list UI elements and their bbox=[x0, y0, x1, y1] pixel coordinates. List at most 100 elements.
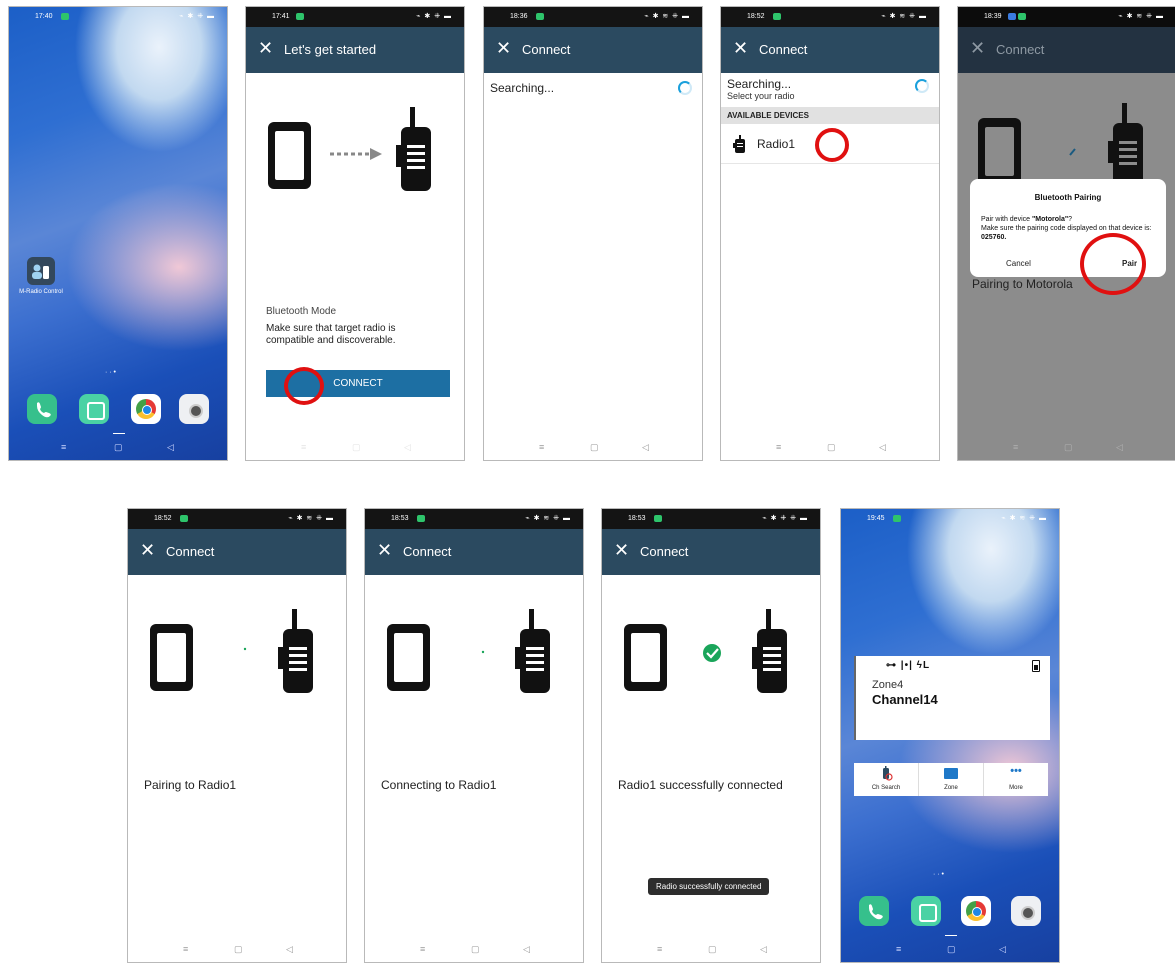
app-bar: ✕ Connect bbox=[602, 529, 820, 575]
back-triangle-icon[interactable]: ◁ bbox=[999, 944, 1006, 955]
two-way-radio-icon bbox=[752, 609, 787, 693]
notification-dot bbox=[536, 13, 544, 20]
wallpaper bbox=[9, 7, 227, 460]
home-square-icon[interactable]: ▢ bbox=[708, 944, 717, 955]
back-triangle-icon[interactable]: ◁ bbox=[167, 442, 174, 453]
zone-label: Zone4 bbox=[872, 679, 904, 691]
home-square-icon[interactable]: ▢ bbox=[114, 442, 123, 453]
notification-dot bbox=[417, 515, 425, 522]
progress-tick-icon bbox=[1069, 148, 1076, 156]
menu-icon[interactable]: ≡ bbox=[301, 442, 306, 452]
menu-icon[interactable]: ≡ bbox=[776, 442, 781, 452]
zone-action[interactable]: Zone bbox=[919, 763, 984, 796]
status-bar: 18:53 ⌁ ✱ ≋ ⁜ ▬ bbox=[365, 509, 583, 529]
radio-device-icon bbox=[733, 135, 745, 153]
close-icon[interactable]: ✕ bbox=[377, 540, 392, 561]
chrome-app-icon[interactable] bbox=[131, 394, 161, 424]
status-bar: 19:45 ⌁ ✱ ≋ ⁜ ▬ bbox=[841, 509, 1059, 529]
nav-bar: ≡ ▢ ◁ bbox=[128, 936, 346, 962]
status-time: 18:39 bbox=[984, 13, 1002, 20]
more-action[interactable]: ••• More bbox=[984, 763, 1048, 796]
camera-app-icon[interactable] bbox=[179, 394, 209, 424]
two-way-radio-icon bbox=[515, 609, 550, 693]
status-icons: ⌁ ✱ ≋ ⁜ ▬ bbox=[525, 515, 571, 522]
close-icon[interactable]: ✕ bbox=[970, 38, 985, 59]
status-icons: ⌁ ✱ ≋ ⁜ ▬ bbox=[644, 13, 690, 20]
home-square-icon[interactable]: ▢ bbox=[947, 944, 956, 955]
close-icon[interactable]: ✕ bbox=[614, 540, 629, 561]
menu-icon[interactable]: ≡ bbox=[1013, 442, 1018, 452]
menu-icon[interactable]: ≡ bbox=[896, 944, 901, 954]
status-icons: ⌁ ✱ ≋ ⁜ ▬ bbox=[1118, 13, 1164, 20]
back-triangle-icon[interactable]: ◁ bbox=[523, 944, 530, 955]
loading-spinner-icon bbox=[915, 79, 929, 93]
back-triangle-icon[interactable]: ◁ bbox=[879, 442, 886, 453]
menu-icon[interactable]: ≡ bbox=[183, 944, 188, 954]
status-message: Connecting to Radio1 bbox=[381, 778, 497, 792]
back-triangle-icon[interactable]: ◁ bbox=[642, 442, 649, 453]
home-screen-1: 17:40 ⌁ ✱ ⁜ ▬ M-Radio Control · · • ≡ ▢ … bbox=[8, 6, 228, 461]
page-title: Connect bbox=[996, 42, 1045, 57]
section-title: AVAILABLE DEVICES bbox=[727, 111, 809, 120]
home-square-icon[interactable]: ▢ bbox=[471, 944, 480, 955]
two-way-radio-icon bbox=[396, 107, 431, 191]
messages-app-icon[interactable] bbox=[79, 394, 109, 424]
phone-app-icon[interactable] bbox=[859, 896, 889, 926]
back-triangle-icon[interactable]: ◁ bbox=[286, 944, 293, 955]
status-time: 17:40 bbox=[35, 13, 53, 20]
back-triangle-icon[interactable]: ◁ bbox=[1116, 442, 1123, 453]
home-square-icon[interactable]: ▢ bbox=[352, 442, 361, 453]
camera-lens-icon bbox=[189, 404, 203, 418]
home-screen-widget: 19:45 ⌁ ✱ ≋ ⁜ ▬ ⊶ |•| ϟL Zone4 Channel14… bbox=[840, 508, 1060, 963]
chrome-center bbox=[972, 907, 982, 917]
success-toast: Radio successfully connected bbox=[648, 878, 770, 895]
phone-app-icon[interactable] bbox=[27, 394, 57, 424]
progress-dot-icon bbox=[481, 650, 485, 654]
menu-icon[interactable]: ≡ bbox=[420, 944, 425, 954]
notification-dot-2 bbox=[1018, 13, 1026, 20]
loading-spinner-icon bbox=[678, 81, 692, 95]
smartphone-icon bbox=[150, 624, 193, 691]
app-bar: ✕ Connect bbox=[721, 27, 939, 73]
app-bar: ✕ Connect bbox=[958, 27, 1175, 73]
status-message: Radio1 successfully connected bbox=[618, 778, 783, 792]
connect-devices-screen: 18:52 ⌁ ✱ ≋ ⁜ ▬ ✕ Connect Searching... S… bbox=[720, 6, 940, 461]
menu-icon[interactable]: ≡ bbox=[61, 442, 66, 452]
status-time: 18:52 bbox=[154, 515, 172, 522]
page-title: Connect bbox=[166, 544, 215, 559]
progress-dot-icon bbox=[243, 647, 247, 651]
nav-bar: ≡ ▢ ◁ bbox=[9, 434, 227, 460]
menu-icon[interactable]: ≡ bbox=[657, 944, 662, 954]
notification-dot bbox=[893, 515, 901, 522]
notification-dot bbox=[773, 13, 781, 20]
pairing-code: 025760. bbox=[981, 234, 1007, 241]
connecting-screen: 18:53 ⌁ ✱ ≋ ⁜ ▬ ✕ Connect Connecting to … bbox=[364, 508, 584, 963]
ch-search-action[interactable]: Ch Search bbox=[854, 763, 919, 796]
close-icon[interactable]: ✕ bbox=[258, 38, 273, 59]
cancel-button[interactable]: Cancel bbox=[1006, 259, 1031, 268]
chrome-app-icon[interactable] bbox=[961, 896, 991, 926]
smartphone-icon bbox=[387, 624, 430, 691]
home-square-icon[interactable]: ▢ bbox=[827, 442, 836, 453]
close-icon[interactable]: ✕ bbox=[496, 38, 511, 59]
status-icons: ⌁ ✱ ≋ ⁜ ▬ bbox=[1001, 515, 1047, 522]
messages-app-icon[interactable] bbox=[911, 896, 941, 926]
status-bar: 18:39 ⌁ ✱ ≋ ⁜ ▬ bbox=[958, 7, 1175, 27]
back-triangle-icon[interactable]: ◁ bbox=[760, 944, 767, 955]
close-icon[interactable]: ✕ bbox=[733, 38, 748, 59]
app-bar: ✕ Let's get started bbox=[246, 27, 464, 73]
menu-icon[interactable]: ≡ bbox=[539, 442, 544, 452]
status-icons: ⌁ ✱ ⁜ ▬ bbox=[179, 13, 215, 20]
available-devices-header: AVAILABLE DEVICES bbox=[721, 107, 939, 124]
home-square-icon[interactable]: ▢ bbox=[234, 944, 243, 955]
status-icons: ⌁ ✱ ⁜ ▬ bbox=[416, 13, 452, 20]
camera-app-icon[interactable] bbox=[1011, 896, 1041, 926]
radio-status-widget[interactable]: ⊶ |•| ϟL Zone4 Channel14 bbox=[854, 656, 1050, 740]
phone-handset-icon bbox=[37, 402, 51, 418]
home-square-icon[interactable]: ▢ bbox=[590, 442, 599, 453]
home-square-icon[interactable]: ▢ bbox=[1064, 442, 1073, 453]
close-icon[interactable]: ✕ bbox=[140, 540, 155, 561]
smartphone-icon bbox=[268, 122, 311, 189]
m-radio-app-icon[interactable] bbox=[27, 257, 55, 285]
back-triangle-icon[interactable]: ◁ bbox=[404, 442, 411, 453]
